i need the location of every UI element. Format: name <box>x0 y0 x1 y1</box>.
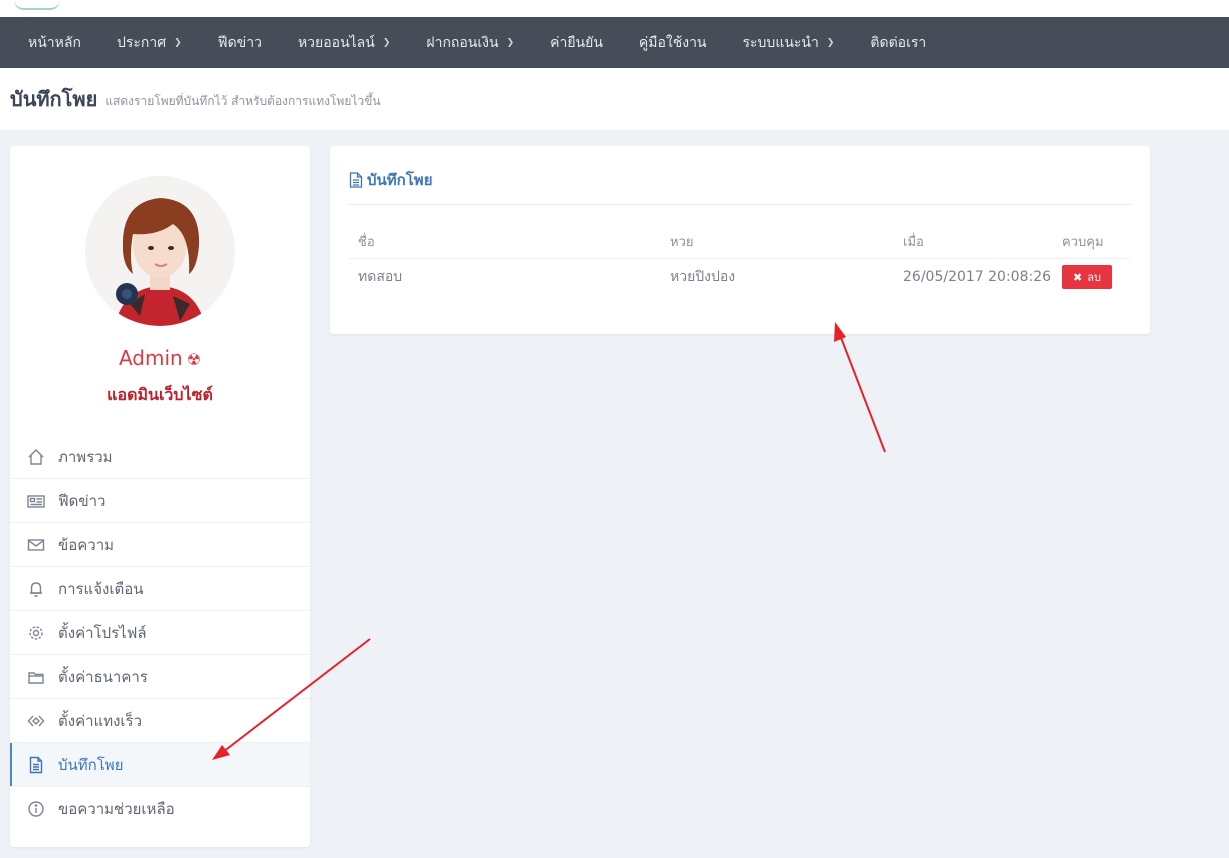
card-divider <box>349 204 1131 205</box>
column-header-lottery: หวย <box>661 226 894 259</box>
avatar-image <box>85 176 235 326</box>
card-title: บันทึกโพย <box>349 168 432 192</box>
nav-announcements-label: ประกาศ <box>116 34 167 51</box>
nav-home[interactable]: หน้าหลัก <box>10 17 99 68</box>
page-header: บันทึกโพย แสดงรายโพยที่บันทึกไว้ สำหรับต… <box>0 68 1229 130</box>
page-subtitle: แสดงรายโพยที่บันทึกไว้ สำหรับต้องการแทงโ… <box>105 93 381 108</box>
nav-referral[interactable]: ระบบแนะนำ ❯ <box>725 17 853 68</box>
cell-name: ทดสอบ <box>358 269 403 286</box>
info-icon <box>26 799 46 819</box>
chevron-down-icon: ❯ <box>506 37 515 48</box>
column-header-name: ชื่อ <box>349 226 661 259</box>
nav-online-lottery[interactable]: หวยออนไลน์ ❯ <box>280 17 408 68</box>
wallet-icon <box>26 667 46 687</box>
page-title: บันทึกโพย <box>10 87 98 111</box>
profile-role: แอดมินเว็บไซต์ <box>107 385 213 404</box>
sidebar-item-label: ตั้งค่าโปรไฟล์ <box>58 623 147 642</box>
chevron-down-icon: ❯ <box>382 37 391 48</box>
nav-manual[interactable]: คู่มือใช้งาน <box>621 17 725 68</box>
profile-name-text: Admin <box>118 346 183 370</box>
nav-contact[interactable]: ติดต่อเรา <box>852 17 944 68</box>
card-title-text: บันทึกโพย <box>367 171 433 189</box>
sidebar-item-label: ตั้งค่าธนาคาร <box>58 667 148 686</box>
table-row: ทดสอบ หวยปิงปอง 26/05/2017 20:08:26 ✖ ลบ <box>349 258 1130 296</box>
cell-when: 26/05/2017 20:08:26 <box>903 269 1052 286</box>
sidebar-item-help[interactable]: ขอความช่วยเหลือ <box>10 787 310 831</box>
site-logo[interactable] <box>14 0 60 10</box>
sidebar-item-label: ฟีดข่าว <box>58 491 106 510</box>
profile-sidebar: Admin ☢ แอดมินเว็บไซต์ ภาพรวม ฟีดข่าว ข้อ… <box>10 146 310 847</box>
sidebar-item-messages[interactable]: ข้อความ <box>10 523 310 567</box>
annotation-arrow-to-table <box>834 322 886 453</box>
nav-confirm[interactable]: ค่ายืนยัน <box>532 17 621 68</box>
mail-icon <box>26 535 46 555</box>
close-icon: ✖ <box>1073 270 1083 284</box>
nav-online-lottery-label: หวยออนไลน์ <box>297 34 375 51</box>
sidebar-item-quick-bet-settings[interactable]: ตั้งค่าแทงเร็ว <box>10 699 310 743</box>
column-header-when: เมื่อ <box>894 226 1053 259</box>
sidebar-menu: ภาพรวม ฟีดข่าว ข้อความ การแจ้งเตือน ตั้ง… <box>10 435 310 831</box>
nav-news-feed-label: ฟีดข่าว <box>217 34 262 51</box>
sidebar-item-news-feed[interactable]: ฟีดข่าว <box>10 479 310 523</box>
diamond-icon <box>26 711 46 731</box>
sidebar-item-label: ตั้งค่าแทงเร็ว <box>58 711 143 730</box>
sidebar-item-notifications[interactable]: การแจ้งเตือน <box>10 567 310 611</box>
document-icon <box>26 755 46 775</box>
document-icon <box>349 172 363 188</box>
nav-home-label: หน้าหลัก <box>28 34 81 51</box>
nav-contact-label: ติดต่อเรา <box>870 34 927 51</box>
gear-icon <box>26 623 46 643</box>
column-header-control: ควบคุม <box>1053 226 1130 259</box>
nav-news-feed[interactable]: ฟีดข่าว <box>200 17 280 68</box>
table-header-row: ชื่อ หวย เมื่อ ควบคุม <box>349 226 1130 259</box>
chevron-down-icon: ❯ <box>826 37 835 48</box>
nav-deposit-withdraw[interactable]: ฝากถอนเงิน ❯ <box>408 17 532 68</box>
nav-announcements[interactable]: ประกาศ ❯ <box>99 17 200 68</box>
home-icon <box>26 447 46 467</box>
nav-manual-label: คู่มือใช้งาน <box>638 34 707 51</box>
delete-button-label: ลบ <box>1087 271 1101 285</box>
top-strip <box>0 0 1229 17</box>
sidebar-item-label: บันทึกโพย <box>58 755 124 774</box>
bell-icon <box>26 579 46 599</box>
cell-lottery: หวยปิงปอง <box>670 269 736 286</box>
nav-deposit-withdraw-label: ฝากถอนเงิน <box>426 34 499 51</box>
nav-referral-label: ระบบแนะนำ <box>742 34 819 51</box>
cell-control: ✖ ลบ <box>1053 258 1130 296</box>
sidebar-item-label: ขอความช่วยเหลือ <box>58 800 175 818</box>
main-navbar: หน้าหลัก ประกาศ ❯ ฟีดข่าว หวยออนไลน์ ❯ ฝาก… <box>0 17 1229 68</box>
sidebar-item-profile-settings[interactable]: ตั้งค่าโปรไฟล์ <box>10 611 310 655</box>
saved-slips-table: ชื่อ หวย เมื่อ ควบคุม ทดสอบ หวยปิงปอง 26… <box>349 226 1130 296</box>
chevron-down-icon: ❯ <box>174 37 182 48</box>
sidebar-item-label: การแจ้งเตือน <box>58 579 144 598</box>
sidebar-item-label: ภาพรวม <box>58 447 113 466</box>
newspaper-icon <box>26 491 46 511</box>
avatar <box>85 176 235 326</box>
sidebar-item-saved-slips[interactable]: บันทึกโพย <box>10 743 310 787</box>
delete-button[interactable]: ✖ ลบ <box>1062 265 1112 290</box>
nav-confirm-label: ค่ายืนยัน <box>550 34 603 51</box>
profile-name: Admin ☢ <box>10 346 310 370</box>
sidebar-item-overview[interactable]: ภาพรวม <box>10 435 310 479</box>
user-secret-icon: ☢ <box>186 350 202 369</box>
sidebar-item-label: ข้อความ <box>58 535 115 554</box>
saved-slips-card: บันทึกโพย ชื่อ หวย เมื่อ ควบคุม ทดสอบ หว… <box>330 146 1150 334</box>
sidebar-item-bank-settings[interactable]: ตั้งค่าธนาคาร <box>10 655 310 699</box>
